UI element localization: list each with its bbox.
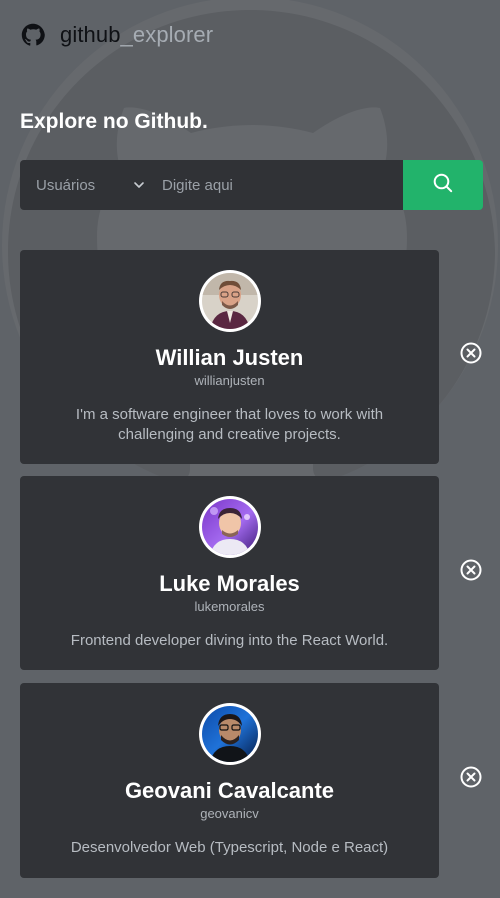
search-bar: Usuários — [20, 160, 403, 210]
user-bio: Desenvolvedor Web (Typescript, Node e Re… — [70, 839, 389, 856]
app-name-accent: _explorer — [120, 22, 214, 47]
app-logo-text: github_explorer — [60, 24, 213, 46]
remove-user-button[interactable] — [459, 342, 483, 369]
close-circle-icon — [460, 559, 482, 586]
close-circle-icon — [460, 766, 482, 793]
user-card[interactable]: Luke Morales lukemorales Frontend develo… — [20, 476, 439, 670]
user-login: lukemorales — [194, 599, 265, 614]
user-name: Luke Morales — [159, 571, 300, 596]
page-title: Explore no Github. — [20, 110, 208, 133]
user-bio: I'm a software engineer that loves to wo… — [75, 406, 384, 443]
user-bio: Frontend developer diving into the React… — [70, 632, 389, 649]
remove-user-button[interactable] — [459, 766, 483, 793]
remove-user-button[interactable] — [459, 559, 483, 586]
user-name: Willian Justen — [155, 345, 304, 370]
search-form: Usuários — [20, 160, 483, 210]
search-filter-select[interactable]: Usuários — [20, 160, 162, 210]
github-icon — [20, 22, 46, 48]
search-icon — [432, 172, 454, 199]
search-filter-value: Usuários — [36, 176, 96, 194]
avatar — [198, 496, 261, 558]
chevron-down-icon — [132, 178, 146, 192]
search-input[interactable] — [162, 160, 403, 210]
search-button[interactable] — [403, 160, 483, 210]
avatar — [198, 703, 261, 765]
user-name: Geovani Cavalcante — [124, 778, 335, 803]
user-card[interactable]: Willian Justen willianjusten I'm a softw… — [20, 250, 439, 464]
user-login: willianjusten — [194, 373, 265, 388]
header: github_explorer — [20, 18, 213, 52]
close-circle-icon — [460, 342, 482, 369]
avatar — [198, 270, 261, 332]
user-card[interactable]: Geovani Cavalcante geovanicv Desenvolved… — [20, 683, 439, 878]
app-name-primary: github — [60, 22, 121, 47]
user-login: geovanicv — [200, 806, 259, 821]
